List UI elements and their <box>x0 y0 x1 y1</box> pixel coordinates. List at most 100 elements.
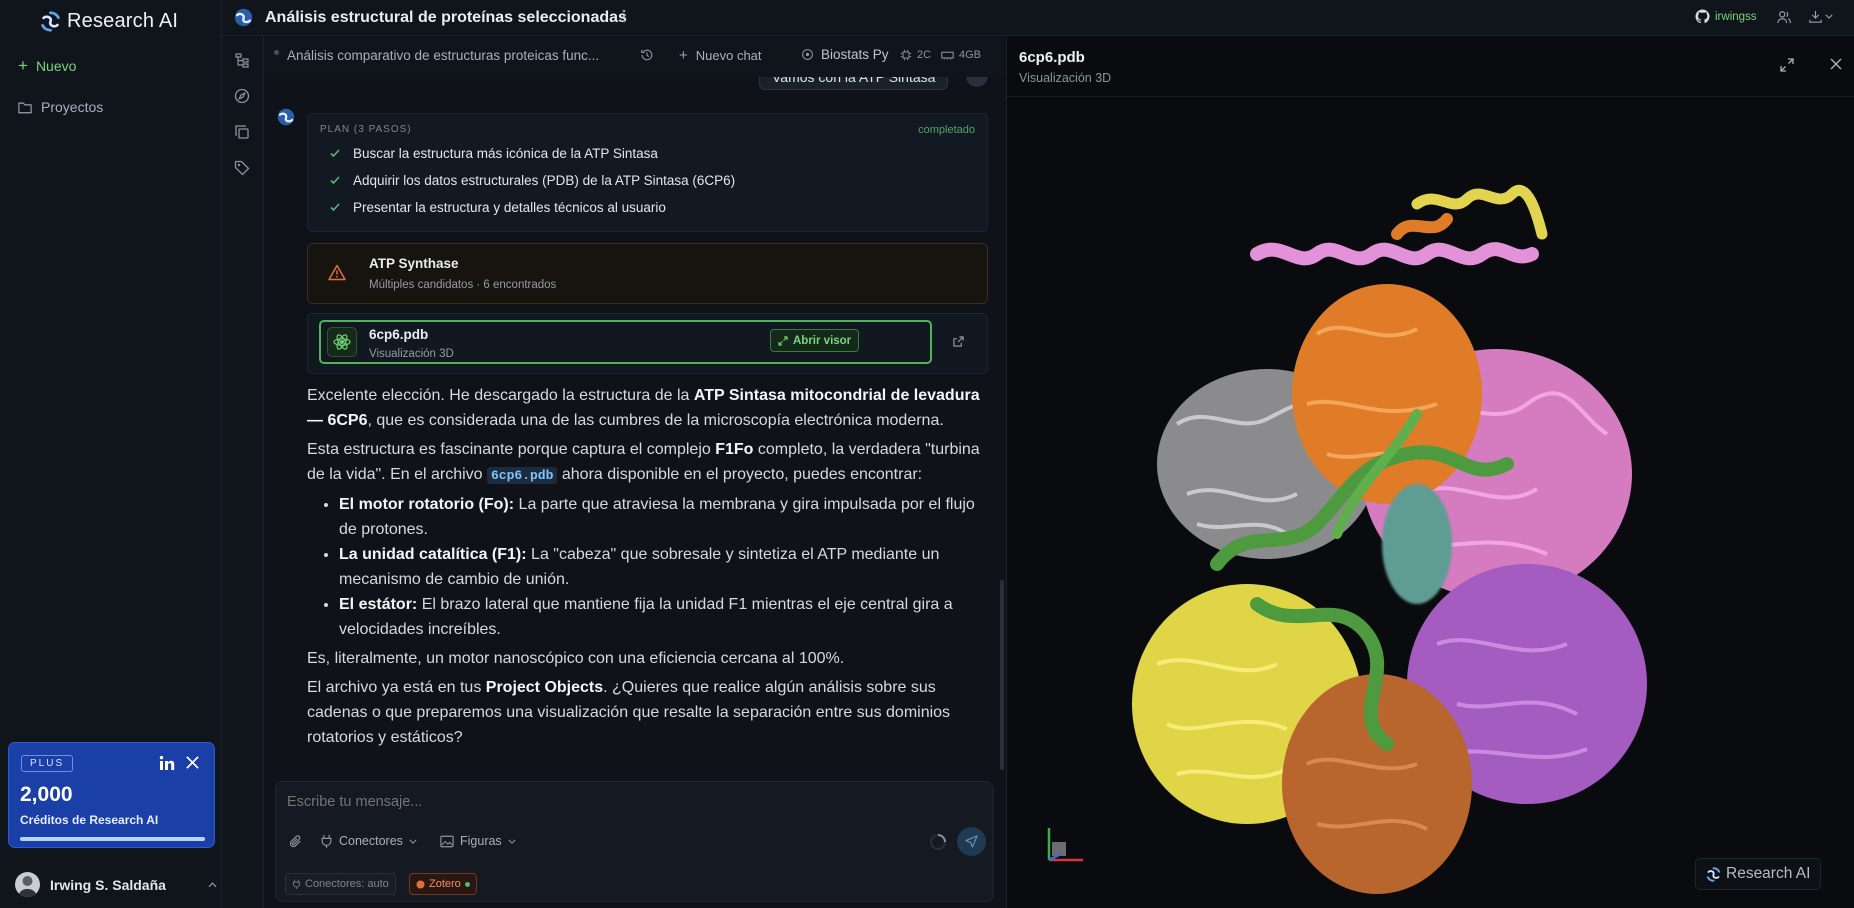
research-ai-logo-icon <box>40 11 61 32</box>
send-button[interactable] <box>957 827 986 856</box>
credits-label: Créditos de Research AI <box>20 813 159 827</box>
open-viewer-button[interactable]: Abrir visor <box>770 329 860 352</box>
figures-dropdown[interactable]: Figuras <box>440 834 516 848</box>
copy-icon[interactable] <box>234 124 250 140</box>
users-icon[interactable] <box>1777 10 1791 24</box>
list-item: El estátor: El brazo lateral que mantien… <box>339 592 991 642</box>
viewer-subtitle: Visualización 3D <box>1019 71 1112 85</box>
viewer-divider <box>1007 96 1854 97</box>
viewer-title: 6cp6.pdb <box>1019 49 1085 66</box>
check-icon <box>329 201 341 213</box>
plus-icon: + <box>679 47 688 64</box>
environment-selector[interactable]: Biostats Py <box>801 47 889 62</box>
user-name: Irwing S. Saldaña <box>50 876 166 893</box>
chat-messages: Vamos con la ATP Sintasa PLAN (3 PASOS) … <box>264 77 1004 772</box>
open-viewer-label: Abrir visor <box>793 334 852 347</box>
assistant-response: Excelente elección. He descargado la est… <box>307 383 991 754</box>
new-chat-button[interactable]: + Nuevo chat <box>679 47 762 64</box>
plan-badge: PLUS <box>21 755 74 772</box>
image-icon <box>440 835 454 848</box>
send-icon <box>965 835 978 848</box>
viewer-panel: 6cp6.pdb Visualización 3D Research AI <box>1006 36 1854 908</box>
x-twitter-icon[interactable] <box>185 755 200 770</box>
figures-label: Figuras <box>460 834 502 848</box>
compass-icon[interactable] <box>234 88 250 104</box>
sidebar: Research AI + Nuevo Proyectos PLUS 2,000… <box>0 0 222 908</box>
fullscreen-icon[interactable] <box>1780 58 1794 72</box>
file-card: 6cp6.pdb Visualización 3D Abrir visor <box>307 313 988 374</box>
cpu-indicator: 2C <box>900 49 931 61</box>
loading-spinner-icon <box>929 833 947 851</box>
app-logo[interactable]: Research AI <box>40 10 178 33</box>
connectors-auto-chip[interactable]: Conectores: auto <box>285 873 396 895</box>
project-title[interactable]: Análisis estructural de proteínas selecc… <box>265 9 627 27</box>
response-bold: F1Fo <box>715 441 754 458</box>
file-name: 6cp6.pdb <box>369 327 429 342</box>
zotero-chip[interactable]: Zotero <box>409 873 477 895</box>
github-username: irwingss <box>1715 10 1757 23</box>
list-item-head: El motor rotatorio (Fo): <box>339 496 515 513</box>
chat-title[interactable]: Análisis comparativo de estructuras prot… <box>287 48 599 63</box>
project-logo-icon <box>234 8 253 27</box>
avatar <box>15 872 40 897</box>
github-account[interactable]: irwingss <box>1695 9 1757 24</box>
plan-step: Presentar la estructura y detalles técni… <box>330 200 666 215</box>
plan-step-text: Presentar la estructura y detalles técni… <box>353 200 666 215</box>
history-icon[interactable] <box>640 48 654 62</box>
tree-view-icon[interactable] <box>234 52 250 68</box>
plug-icon <box>320 834 333 848</box>
cpu-icon <box>900 49 912 61</box>
response-paragraph: El archivo ya está en tus Project Object… <box>307 675 991 750</box>
plan-card[interactable]: PLUS 2,000 Créditos de Research AI <box>8 742 215 848</box>
response-bullet-list: El motor rotatorio (Fo): La parte que at… <box>339 492 991 642</box>
plan-step-text: Adquirir los datos estructurales (PDB) d… <box>353 173 736 188</box>
tag-icon[interactable] <box>234 160 250 176</box>
external-link-icon[interactable] <box>953 336 964 347</box>
chevron-down-icon <box>1825 14 1833 19</box>
list-item-head: La unidad catalítica (F1): <box>339 546 527 563</box>
app-name: Research AI <box>67 10 179 32</box>
ram-indicator: 4GB <box>941 49 981 61</box>
projects-label: Proyectos <box>41 99 104 115</box>
warning-card[interactable]: ATP Synthase Múltiples candidatos · 6 en… <box>307 243 988 304</box>
chat-dot <box>274 50 279 55</box>
warning-subtitle: Múltiples candidatos · 6 encontrados <box>369 279 557 291</box>
response-paragraph: Es, literalmente, un motor nanoscópico c… <box>307 650 845 667</box>
plan-header: PLAN (3 PASOS) <box>320 124 412 135</box>
attach-icon[interactable] <box>288 834 303 849</box>
response-bold: Project Objects <box>485 679 604 696</box>
plan-step-text: Buscar la estructura más icónica de la A… <box>353 146 658 161</box>
linkedin-icon[interactable] <box>159 755 175 771</box>
inline-code-filename: 6cp6.pdb <box>487 467 558 484</box>
connectors-dropdown[interactable]: Conectores <box>320 834 417 848</box>
watermark-text: Research AI <box>1726 865 1811 882</box>
check-icon <box>329 174 341 186</box>
chat-scrollbar[interactable] <box>1000 580 1004 770</box>
more-options-icon[interactable] <box>622 9 626 23</box>
assistant-avatar-icon <box>277 108 295 126</box>
viewer-watermark: Research AI <box>1695 858 1822 890</box>
chevron-up-icon <box>208 881 217 888</box>
response-text: , que es considerada una de las cumbres … <box>367 412 944 429</box>
credits-progress-fill <box>20 837 205 841</box>
user-message: Vamos con la ATP Sintasa <box>759 77 949 90</box>
new-button[interactable]: + Nuevo <box>18 57 77 74</box>
response-paragraph: Esta estructura es fascinante porque cap… <box>307 437 991 488</box>
research-ai-logo-icon <box>1706 866 1721 882</box>
protein-3d-canvas[interactable] <box>1097 164 1697 904</box>
message-input[interactable] <box>287 790 967 814</box>
connectors-label: Conectores <box>339 834 403 848</box>
download-menu[interactable] <box>1809 10 1833 23</box>
expand-icon <box>778 335 788 346</box>
new-label: Nuevo <box>35 58 77 74</box>
axes-gizmo <box>1047 826 1085 864</box>
close-icon[interactable] <box>1830 58 1842 70</box>
chevron-down-icon <box>508 839 516 844</box>
connectors-auto-label: Conectores: auto <box>305 878 389 890</box>
credits-progress-bar <box>20 837 205 841</box>
sidebar-item-projects[interactable]: Proyectos <box>18 99 103 115</box>
ram-value: 4GB <box>959 49 982 61</box>
user-menu[interactable]: Irwing S. Saldaña <box>15 872 217 897</box>
list-item-text: El brazo lateral que mantiene fija la un… <box>339 596 953 638</box>
memory-icon <box>941 50 954 61</box>
